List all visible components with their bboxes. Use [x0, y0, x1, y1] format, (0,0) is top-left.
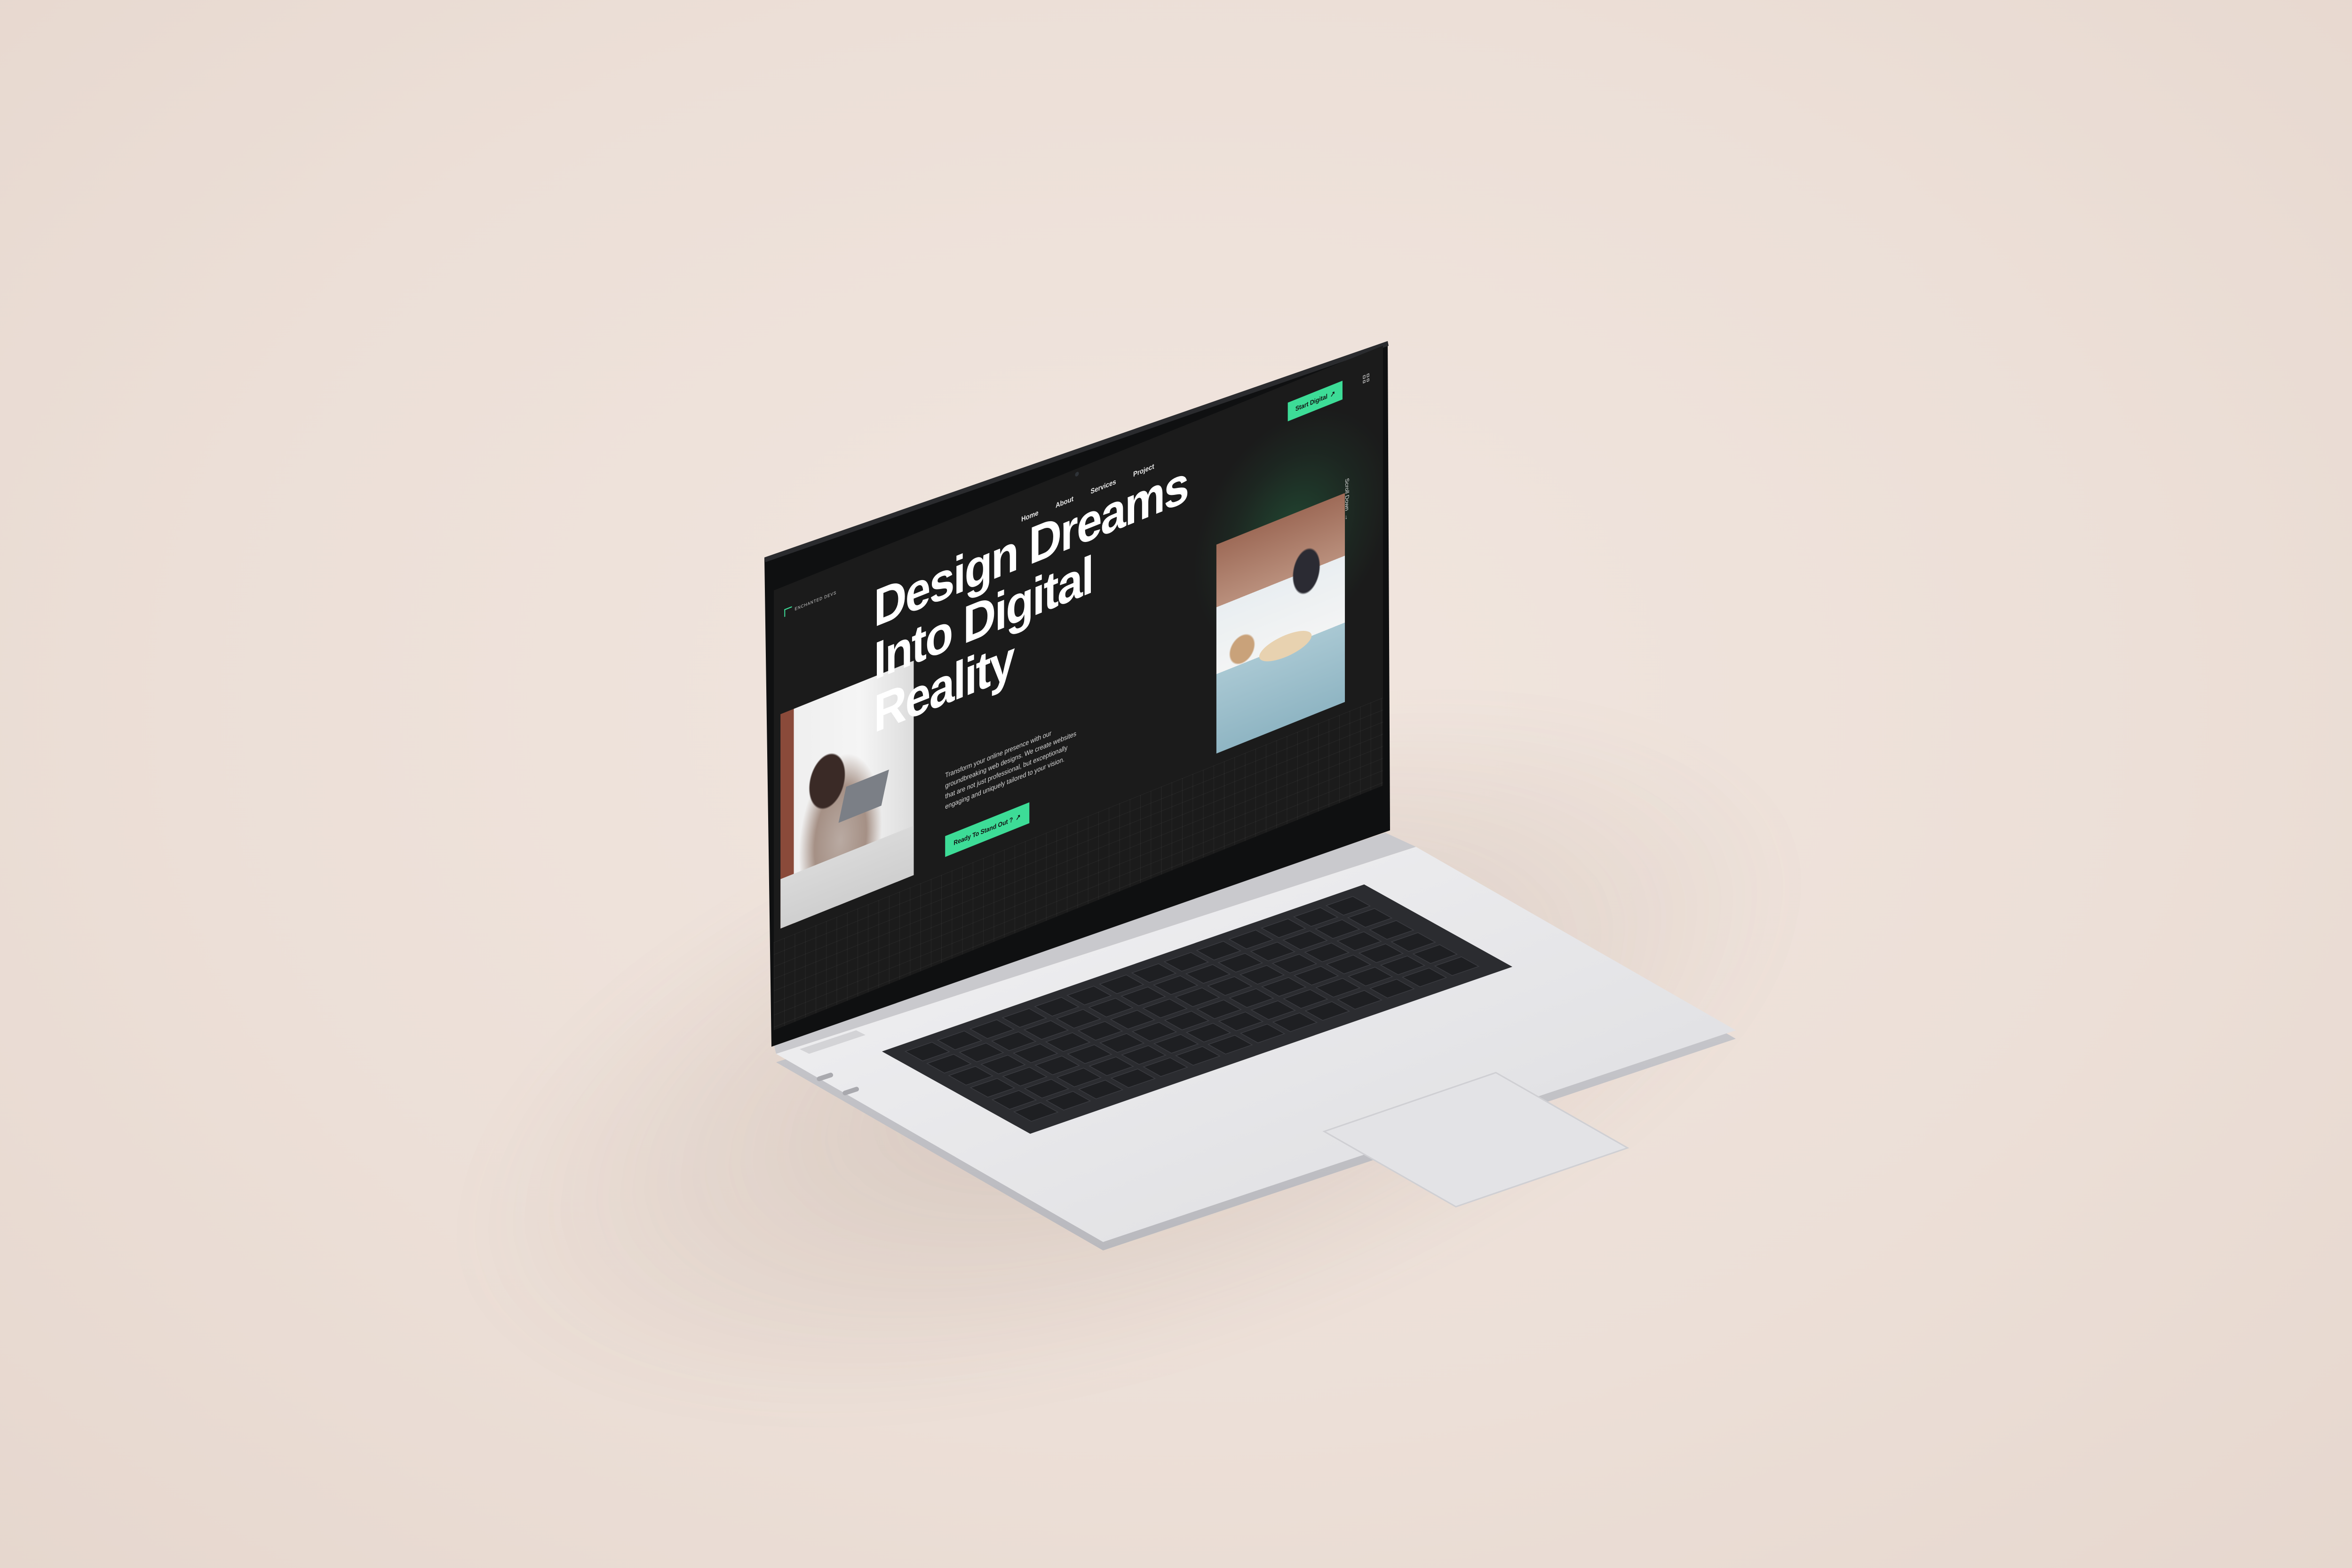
mockup-stage: ENCHANTED DEVS Home About Services Proje… [0, 0, 2352, 1568]
grid-menu-icon[interactable] [1363, 373, 1369, 384]
camera-notch [1075, 471, 1079, 478]
site-logo[interactable]: ENCHANTED DEVS [784, 589, 836, 617]
arrow-right-icon: → [1344, 513, 1350, 521]
scroll-down-label: Scroll Down [1344, 477, 1350, 512]
arrow-up-right-icon: ↗ [1016, 812, 1021, 822]
scroll-down-link[interactable]: Scroll Down → [1344, 478, 1350, 521]
hero-description: Transform your online presence with our … [945, 729, 1077, 811]
ready-button-label: Ready To Stand Out ? [954, 815, 1013, 847]
start-digital-label: Start Digital [1295, 392, 1327, 413]
logo-text: ENCHANTED DEVS [795, 589, 837, 612]
arrow-up-right-icon: ↗ [1330, 389, 1335, 399]
logo-mark-icon [784, 606, 792, 617]
start-digital-button[interactable]: Start Digital ↗ [1287, 381, 1343, 422]
